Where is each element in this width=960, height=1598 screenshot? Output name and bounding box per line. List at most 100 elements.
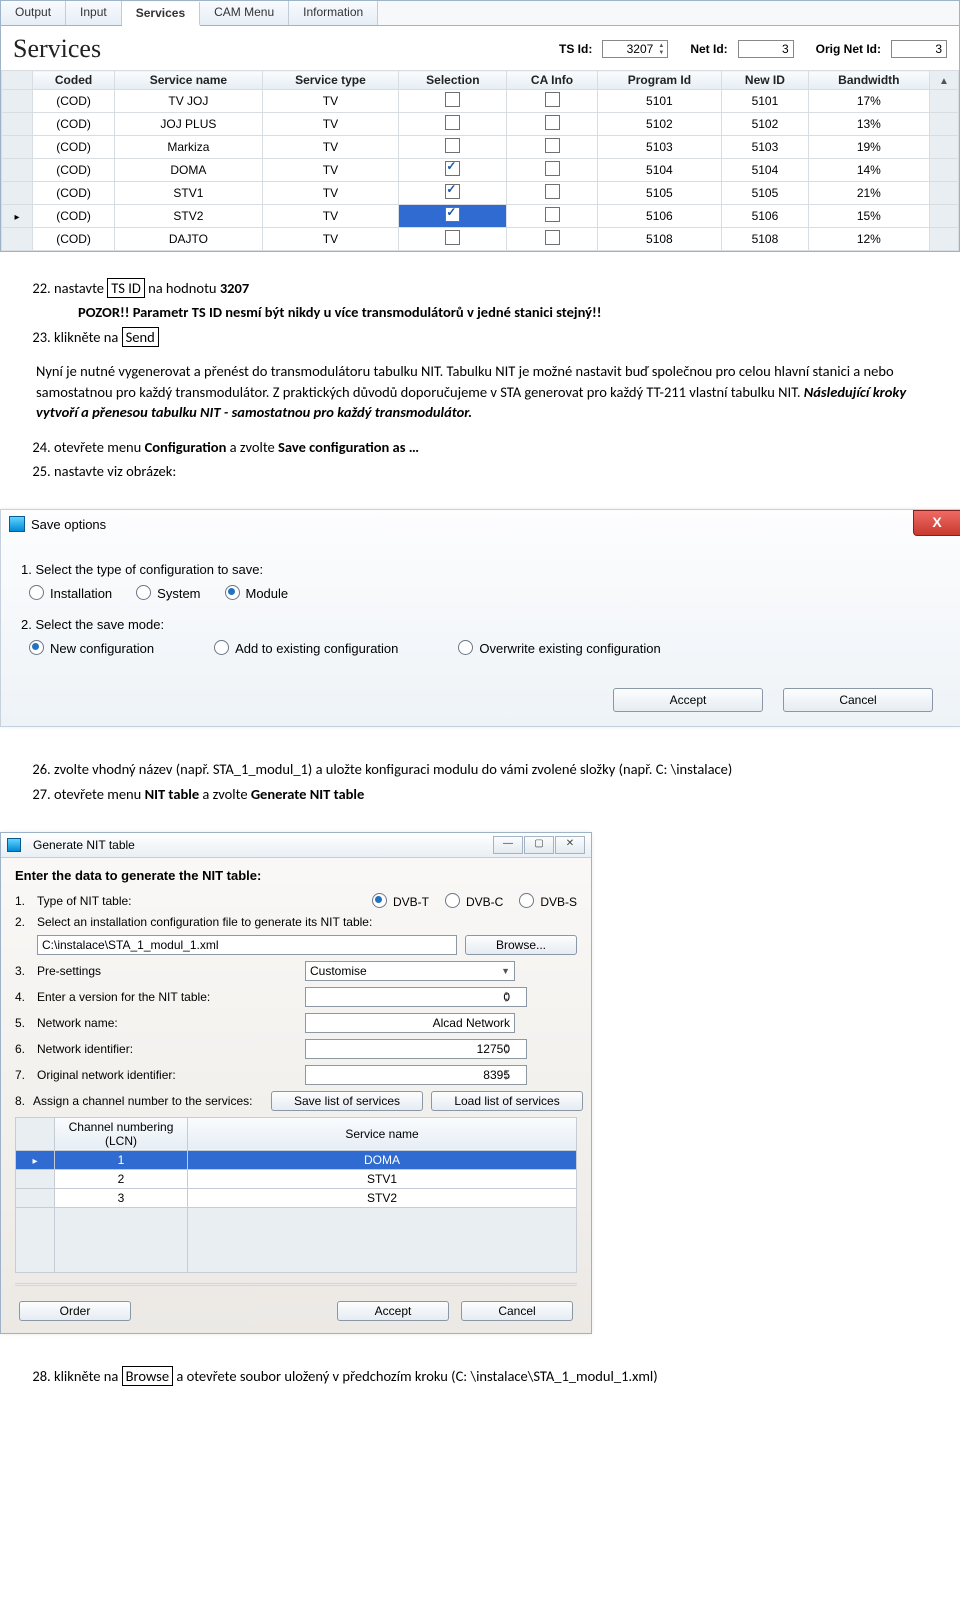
table-row[interactable]: (COD)DOMATV5104510414% bbox=[2, 159, 959, 182]
orig-net-id-label: Orig Net Id: bbox=[816, 42, 881, 56]
close-button[interactable]: ✕ bbox=[555, 836, 585, 854]
nit-lead: Enter the data to generate the NIT table… bbox=[15, 868, 577, 883]
step-25: nastavte viz obrázek: bbox=[54, 461, 924, 481]
radio-system[interactable]: System bbox=[136, 585, 200, 601]
col-ca-info: CA Info bbox=[507, 71, 597, 90]
config-file-input[interactable] bbox=[37, 935, 457, 955]
browse-button[interactable]: Browse... bbox=[465, 935, 577, 955]
lcn-table: Channel numbering (LCN) Service name ▸1D… bbox=[15, 1117, 577, 1273]
cancel-button[interactable]: Cancel bbox=[783, 688, 933, 712]
radio-icon bbox=[29, 640, 44, 655]
tab-cam-menu[interactable]: CAM Menu bbox=[200, 1, 289, 25]
table-row[interactable]: 2STV1 bbox=[16, 1169, 577, 1188]
nit-row2-label: Select an installation configuration fil… bbox=[37, 915, 577, 929]
save-mode-radios: New configuration Add to existing configu… bbox=[29, 640, 941, 656]
minimize-button[interactable]: — bbox=[493, 836, 523, 854]
selection-cell[interactable] bbox=[399, 136, 507, 159]
checkbox-icon bbox=[445, 115, 460, 130]
radio-new-configuration[interactable]: New configuration bbox=[29, 640, 154, 656]
load-list-button[interactable]: Load list of services bbox=[431, 1091, 583, 1111]
document-text-3: klikněte na Browse a otevřete soubor ulo… bbox=[0, 1352, 960, 1406]
radio-add-to-existing-configuration[interactable]: Add to existing configuration bbox=[214, 640, 398, 656]
order-button[interactable]: Order bbox=[19, 1301, 131, 1321]
table-row[interactable]: ▸1DOMA bbox=[16, 1150, 577, 1169]
table-row[interactable]: ▸(COD)STV2TV5106510615% bbox=[2, 205, 959, 228]
table-row[interactable]: (COD)DAJTOTV5108510812% bbox=[2, 228, 959, 251]
checkbox-icon bbox=[545, 161, 560, 176]
checkbox-icon bbox=[545, 138, 560, 153]
checkbox-icon bbox=[445, 138, 460, 153]
ca-info-cell[interactable] bbox=[507, 90, 597, 113]
radio-icon bbox=[519, 893, 534, 908]
nit-row6-label: Network identifier: bbox=[37, 1042, 297, 1056]
presettings-combo[interactable]: Customise▼ bbox=[305, 961, 515, 981]
boxed-browse: Browse bbox=[122, 1366, 173, 1386]
tab-input[interactable]: Input bbox=[66, 1, 122, 25]
app-icon bbox=[9, 516, 25, 532]
accept-button[interactable]: Accept bbox=[613, 688, 763, 712]
network-name-input[interactable] bbox=[305, 1013, 515, 1033]
nit-row3-label: Pre-settings bbox=[37, 964, 297, 978]
table-row[interactable]: (COD)JOJ PLUSTV5102510213% bbox=[2, 113, 959, 136]
radio-dvb-s[interactable]: DVB-S bbox=[519, 893, 577, 909]
selection-cell[interactable] bbox=[399, 159, 507, 182]
maximize-button[interactable]: ▢ bbox=[524, 836, 554, 854]
lcn-col2: Service name bbox=[188, 1117, 577, 1150]
network-id-spinner[interactable]: ▲▼ bbox=[500, 1040, 512, 1060]
radio-icon bbox=[214, 640, 229, 655]
services-title: Services bbox=[13, 34, 537, 64]
ts-id-spinner[interactable]: ▲▼ bbox=[655, 41, 667, 59]
orig-network-id-spinner[interactable]: ▲▼ bbox=[500, 1066, 512, 1086]
ca-info-cell[interactable] bbox=[507, 113, 597, 136]
radio-overwrite-existing-configuration[interactable]: Overwrite existing configuration bbox=[458, 640, 660, 656]
checkbox-icon bbox=[545, 115, 560, 130]
selection-cell[interactable] bbox=[399, 113, 507, 136]
orig-net-id-input[interactable] bbox=[891, 40, 947, 58]
cancel-button[interactable]: Cancel bbox=[461, 1301, 573, 1321]
radio-module[interactable]: Module bbox=[225, 585, 289, 601]
ca-info-cell[interactable] bbox=[507, 182, 597, 205]
radio-icon bbox=[372, 893, 387, 908]
tab-output[interactable]: Output bbox=[1, 1, 66, 25]
ca-info-cell[interactable] bbox=[507, 228, 597, 251]
checkbox-icon bbox=[545, 184, 560, 199]
table-row[interactable]: 3STV2 bbox=[16, 1188, 577, 1207]
orig-network-id-input[interactable] bbox=[305, 1065, 527, 1085]
network-id-input[interactable] bbox=[305, 1039, 527, 1059]
table-row[interactable]: (COD)MarkizaTV5103510319% bbox=[2, 136, 959, 159]
radio-dvb-t[interactable]: DVB-T bbox=[372, 893, 429, 909]
radio-dvb-c[interactable]: DVB-C bbox=[445, 893, 503, 909]
nit-row4-label: Enter a version for the NIT table: bbox=[37, 990, 297, 1004]
row-caret-icon: ▸ bbox=[14, 212, 19, 223]
accept-button[interactable]: Accept bbox=[337, 1301, 449, 1321]
radio-installation[interactable]: Installation bbox=[29, 585, 112, 601]
table-row[interactable]: (COD)TV JOJTV5101510117% bbox=[2, 90, 959, 113]
boxed-send: Send bbox=[122, 327, 159, 347]
services-panel: OutputInputServicesCAM MenuInformation S… bbox=[0, 0, 960, 252]
selection-cell[interactable] bbox=[399, 90, 507, 113]
nit-version-input[interactable] bbox=[305, 987, 527, 1007]
ts-id-label: TS Id: bbox=[559, 42, 592, 56]
ca-info-cell[interactable] bbox=[507, 159, 597, 182]
tab-information[interactable]: Information bbox=[289, 1, 378, 25]
step-26: zvolte vhodný název (např. STA_1_modul_1… bbox=[54, 759, 924, 779]
services-table: CodedService nameService typeSelectionCA… bbox=[1, 70, 959, 251]
table-row[interactable]: (COD)STV1TV5105510521% bbox=[2, 182, 959, 205]
tab-services[interactable]: Services bbox=[122, 2, 200, 26]
version-spinner[interactable]: ▲▼ bbox=[500, 988, 512, 1008]
col-program-id: Program Id bbox=[597, 71, 722, 90]
net-id-input[interactable] bbox=[738, 40, 794, 58]
selection-cell[interactable] bbox=[399, 182, 507, 205]
ca-info-cell[interactable] bbox=[507, 205, 597, 228]
config-type-radios: Installation System Module bbox=[29, 585, 941, 601]
divider bbox=[15, 1283, 577, 1287]
ca-info-cell[interactable] bbox=[507, 136, 597, 159]
selection-cell[interactable] bbox=[399, 228, 507, 251]
close-button[interactable]: X bbox=[913, 510, 960, 536]
selection-cell[interactable] bbox=[399, 205, 507, 228]
nit-row5-label: Network name: bbox=[37, 1016, 297, 1030]
nit-row1-label: Type of NIT table: bbox=[37, 894, 364, 908]
radio-icon bbox=[445, 893, 460, 908]
services-header: Services TS Id: ▲▼ Net Id: Orig Net Id: bbox=[1, 26, 959, 70]
save-list-button[interactable]: Save list of services bbox=[271, 1091, 423, 1111]
